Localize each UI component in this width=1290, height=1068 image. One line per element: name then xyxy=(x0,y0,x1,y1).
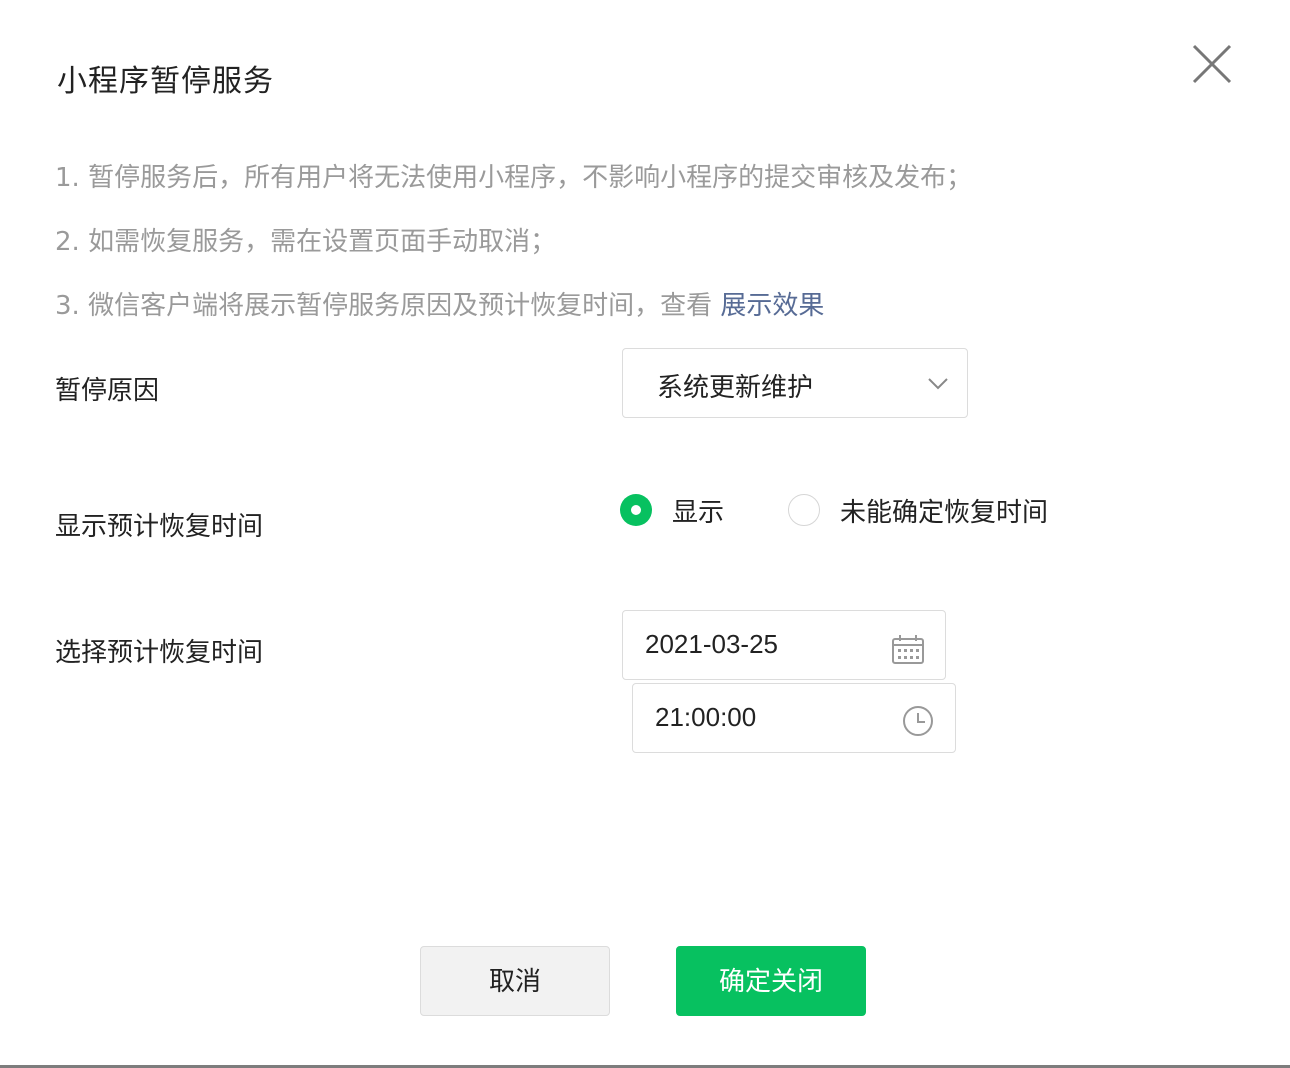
close-icon[interactable] xyxy=(1190,42,1234,86)
cancel-button[interactable]: 取消 xyxy=(420,946,610,1016)
radio-unchecked-icon xyxy=(788,494,820,526)
show-time-label: 显示预计恢复时间 xyxy=(55,512,264,542)
tip-item: 2. 如需恢复服务，需在设置页面手动取消； xyxy=(55,227,557,257)
pause-service-dialog: 小程序暂停服务 1. 暂停服务后，所有用户将无法使用小程序，不影响小程序的提交审… xyxy=(0,0,1290,1068)
reason-select[interactable]: 系统更新维护 xyxy=(622,348,968,418)
reason-select-value: 系统更新维护 xyxy=(657,373,814,403)
tips-list: 1. 暂停服务后，所有用户将无法使用小程序，不影响小程序的提交审核及发布； 2.… xyxy=(55,158,972,350)
confirm-close-button[interactable]: 确定关闭 xyxy=(676,946,866,1016)
chevron-down-icon xyxy=(928,378,948,390)
select-time-label: 选择预计恢复时间 xyxy=(55,638,264,668)
tip-item: 1. 暂停服务后，所有用户将无法使用小程序，不影响小程序的提交审核及发布； xyxy=(55,163,973,193)
date-input[interactable]: 2021-03-25 xyxy=(622,610,946,680)
dialog-title: 小程序暂停服务 xyxy=(57,64,274,99)
calendar-icon xyxy=(892,635,924,664)
radio-checked-icon xyxy=(620,494,652,526)
tip-item: 3. 微信客户端将展示暂停服务原因及预计恢复时间，查看 展示效果 xyxy=(55,291,825,321)
time-input[interactable]: 21:00:00 xyxy=(632,683,956,753)
reason-label: 暂停原因 xyxy=(55,376,160,406)
preview-link[interactable]: 展示效果 xyxy=(720,291,824,321)
clock-icon xyxy=(903,706,933,736)
